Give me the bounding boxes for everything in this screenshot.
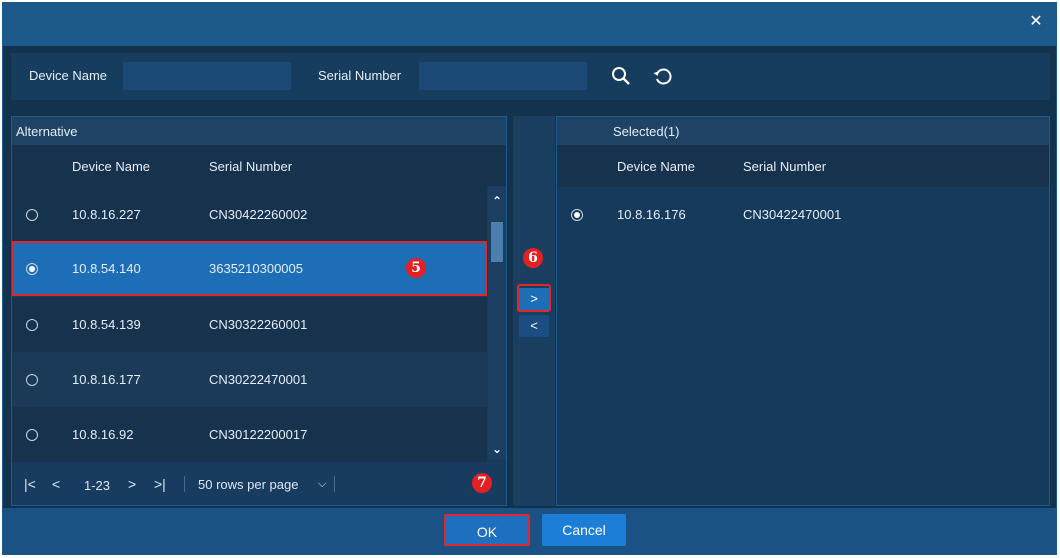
dialog-titlebar: ✕ <box>3 3 1056 46</box>
device-name-input[interactable] <box>123 62 291 90</box>
table-row-selected[interactable]: 10.8.54.140 3635210300005 5 <box>12 241 487 296</box>
radio-button[interactable] <box>26 374 38 386</box>
serial-number-cell: CN30422260002 <box>209 207 308 222</box>
step-6-badge: 6 <box>523 248 543 268</box>
remove-from-selected-button[interactable]: < <box>519 315 549 337</box>
radio-button-checked[interactable] <box>571 209 583 221</box>
add-to-selected-button[interactable]: > <box>519 288 549 310</box>
table-row[interactable]: 10.8.16.177 CN30222470001 <box>12 352 487 407</box>
prev-page-icon[interactable]: < <box>52 476 60 492</box>
step-5-badge: 5 <box>406 258 426 278</box>
device-name-cell: 10.8.16.227 <box>72 207 141 222</box>
radio-button[interactable] <box>26 319 38 331</box>
column-serial-number: Serial Number <box>209 159 293 174</box>
device-name-cell: 10.8.16.92 <box>72 427 134 442</box>
serial-number-cell: CN30322260001 <box>209 317 308 332</box>
next-page-icon[interactable]: > <box>128 476 136 492</box>
alternative-title: Alternative <box>16 124 78 139</box>
scroll-down-icon[interactable]: ⌄ <box>488 440 506 458</box>
table-scrollbar[interactable]: ⌃ ⌄ <box>488 186 506 460</box>
selected-panel-header: Selected(1) <box>557 117 1049 145</box>
device-name-cell: 10.8.16.177 <box>72 372 141 387</box>
serial-number-cell: CN30222470001 <box>209 372 308 387</box>
alternative-panel-header: Alternative <box>12 117 506 145</box>
last-page-icon[interactable]: >| <box>154 476 166 492</box>
page-range: 1-23 <box>84 478 111 493</box>
table-row[interactable]: 10.8.16.227 CN30422260002 <box>12 187 487 242</box>
pager-divider <box>184 476 185 492</box>
ok-button[interactable]: OK <box>444 514 530 546</box>
alternative-panel: Alternative Device Name Serial Number 10… <box>11 116 507 506</box>
device-name-label: Device Name <box>29 68 108 83</box>
radio-button-checked[interactable] <box>26 263 38 275</box>
pager-divider <box>334 476 335 492</box>
radio-button[interactable] <box>26 209 38 221</box>
search-icon[interactable] <box>609 64 633 88</box>
selected-column-header: Device Name Serial Number <box>557 145 1049 187</box>
selected-title: Selected(1) <box>613 124 680 139</box>
column-serial-number: Serial Number <box>743 159 827 174</box>
scroll-thumb[interactable] <box>491 222 503 262</box>
device-name-cell: 10.8.54.140 <box>72 261 141 276</box>
column-device-name: Device Name <box>72 159 151 174</box>
device-select-dialog: ✕ Device Name Serial Number Alternative … <box>2 2 1057 555</box>
radio-button[interactable] <box>26 429 38 441</box>
serial-number-cell: CN30422470001 <box>743 207 842 222</box>
column-device-name: Device Name <box>617 159 696 174</box>
rows-per-page-select[interactable]: 50 rows per page <box>198 477 298 492</box>
selected-table-row[interactable]: 10.8.16.176 CN30422470001 <box>557 187 1047 242</box>
chevron-down-icon[interactable]: ⌵ <box>318 478 326 491</box>
transfer-column: 6 > < <box>513 116 555 506</box>
step-7-badge: 7 <box>472 473 492 493</box>
table-row[interactable]: 10.8.54.139 CN30322260001 <box>12 297 487 352</box>
serial-number-cell: 3635210300005 <box>209 261 303 276</box>
dialog-footer: OK Cancel <box>3 508 1056 554</box>
serial-number-input[interactable] <box>419 62 587 90</box>
serial-number-cell: CN30122200017 <box>209 427 308 442</box>
selected-panel: Selected(1) Device Name Serial Number 10… <box>556 116 1050 506</box>
table-row[interactable]: 10.8.16.92 CN30122200017 <box>12 407 487 462</box>
serial-number-label: Serial Number <box>318 68 402 83</box>
first-page-icon[interactable]: |< <box>24 476 36 492</box>
pagination-bar: |< < 1-23 > >| 50 rows per page ⌵ <box>12 462 506 505</box>
cancel-button[interactable]: Cancel <box>542 514 626 546</box>
search-bar: Device Name Serial Number <box>11 53 1050 100</box>
close-icon[interactable]: ✕ <box>1028 14 1044 30</box>
device-name-cell: 10.8.16.176 <box>617 207 686 222</box>
refresh-icon[interactable] <box>651 64 675 88</box>
device-name-cell: 10.8.54.139 <box>72 317 141 332</box>
alternative-column-header: Device Name Serial Number <box>12 145 506 187</box>
scroll-up-icon[interactable]: ⌃ <box>488 192 506 210</box>
